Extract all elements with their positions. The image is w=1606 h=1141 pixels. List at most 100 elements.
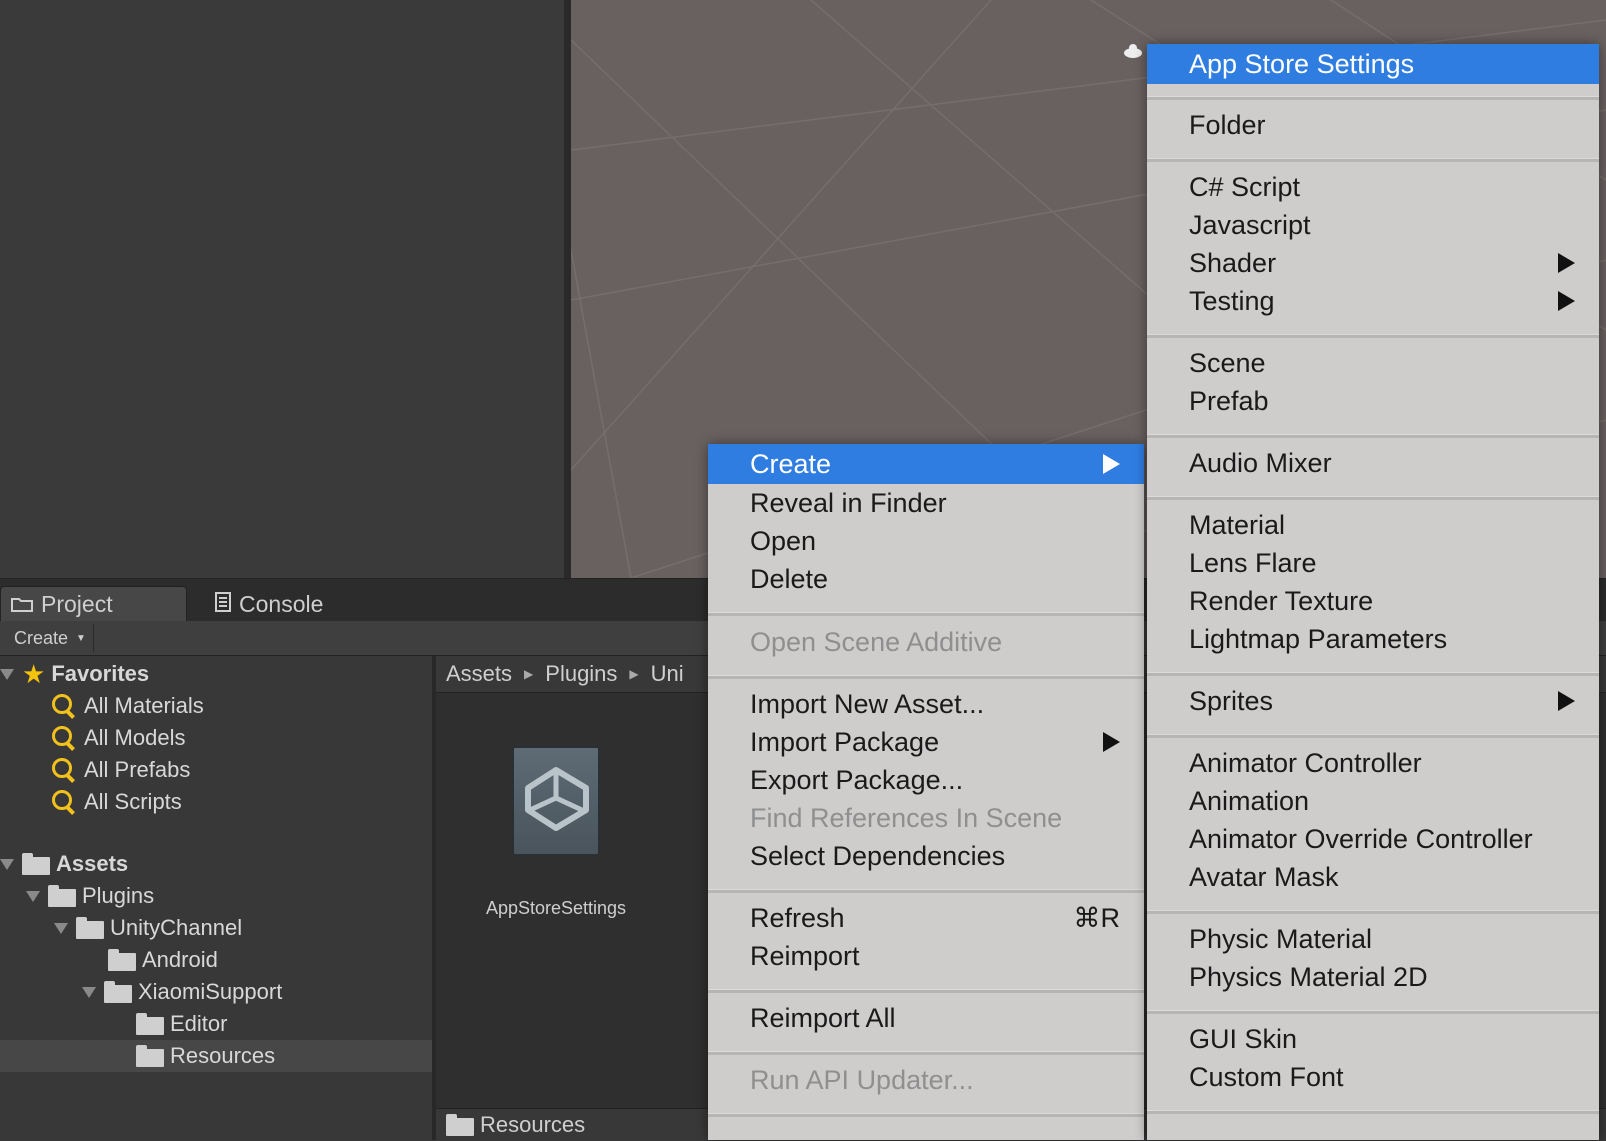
submenu-arrow-icon xyxy=(1558,291,1575,311)
tree-label: All Scripts xyxy=(84,789,182,814)
tree-item-resources[interactable]: Resources xyxy=(0,1040,432,1072)
menu-item-reimport-all[interactable]: Reimport All xyxy=(708,999,1144,1037)
menu-item-material[interactable]: Material xyxy=(1147,506,1599,544)
tab-project[interactable]: Project xyxy=(0,586,187,622)
breadcrumb-item[interactable]: Plugins xyxy=(545,661,617,687)
menu-item-custom-font[interactable]: Custom Font xyxy=(1147,1058,1599,1096)
menu-item-label: Animator Controller xyxy=(1189,747,1422,778)
menu-item-sprites[interactable]: Sprites xyxy=(1147,682,1599,720)
menu-item-import-package[interactable]: Import Package xyxy=(708,723,1144,761)
menu-item-render-texture[interactable]: Render Texture xyxy=(1147,582,1599,620)
tree-item-editor[interactable]: Editor xyxy=(136,1008,227,1040)
tree-item-unitychannel[interactable]: UnityChannel xyxy=(54,912,242,944)
menu-separator xyxy=(708,1113,1144,1117)
folder-icon xyxy=(446,1114,474,1136)
search-icon xyxy=(52,694,76,718)
menu-item-app-store-settings[interactable]: App Store Settings xyxy=(1147,44,1599,84)
tree-label: Favorites xyxy=(51,661,150,686)
tree-item-xiaomisupport[interactable]: XiaomiSupport xyxy=(82,976,282,1008)
submenu-arrow-icon xyxy=(1558,253,1575,273)
menu-item-label: Import Package xyxy=(750,726,940,757)
folder-icon xyxy=(136,1045,164,1067)
tree-item-all-prefabs[interactable]: All Prefabs xyxy=(52,754,190,786)
menu-item-label: Import New Asset... xyxy=(750,688,985,719)
expand-triangle-icon[interactable] xyxy=(0,858,14,870)
dropdown-arrow-icon: ▼ xyxy=(76,632,86,644)
menu-item-physic-material[interactable]: Physic Material xyxy=(1147,920,1599,958)
menu-item-reimport[interactable]: Reimport xyxy=(708,937,1144,975)
menu-item-avatar-mask[interactable]: Avatar Mask xyxy=(1147,858,1599,896)
menu-item-create[interactable]: Create xyxy=(708,444,1144,484)
menu-item-gui-skin[interactable]: GUI Skin xyxy=(1147,1020,1599,1058)
menu-item-label: Reimport All xyxy=(750,1002,896,1033)
context-menu: Create Reveal in Finder Open Delete Open… xyxy=(708,444,1144,1140)
tree-item-all-materials[interactable]: All Materials xyxy=(52,690,204,722)
menu-item-shader[interactable]: Shader xyxy=(1147,244,1599,282)
path-label: Resources xyxy=(480,1112,586,1137)
tree-item-plugins[interactable]: Plugins xyxy=(26,880,154,912)
menu-item-folder[interactable]: Folder xyxy=(1147,106,1599,144)
menu-item-animator-controller[interactable]: Animator Controller xyxy=(1147,744,1599,782)
menu-separator xyxy=(1147,96,1599,100)
gizmo-icon xyxy=(1124,44,1142,58)
menu-item-prefab[interactable]: Prefab xyxy=(1147,382,1599,420)
menu-item-import-new-asset[interactable]: Import New Asset... xyxy=(708,685,1144,723)
expand-triangle-icon[interactable] xyxy=(54,922,68,934)
menu-item-label: Javascript xyxy=(1189,209,1311,240)
tree-item-favorites[interactable]: ★ Favorites xyxy=(0,658,149,690)
panel-divider[interactable] xyxy=(564,0,571,578)
menu-separator xyxy=(708,889,1144,893)
unity-logo-icon xyxy=(525,767,589,831)
menu-item-reveal-in-finder[interactable]: Reveal in Finder xyxy=(708,484,1144,522)
menu-item-animator-override-controller[interactable]: Animator Override Controller xyxy=(1147,820,1599,858)
asset-name[interactable]: AppStoreSettings xyxy=(466,898,646,919)
menu-item-physics-material-2d[interactable]: Physics Material 2D xyxy=(1147,958,1599,996)
tree-label: All Materials xyxy=(84,693,204,718)
folder-icon xyxy=(76,917,104,939)
menu-item-open-scene-additive: Open Scene Additive xyxy=(708,623,1144,661)
menu-item-label: Scene xyxy=(1189,347,1266,378)
breadcrumb-separator-icon: ▶ xyxy=(629,667,639,681)
menu-separator xyxy=(1147,1010,1599,1014)
menu-item-animation[interactable]: Animation xyxy=(1147,782,1599,820)
menu-item-export-package[interactable]: Export Package... xyxy=(708,761,1144,799)
menu-item-testing[interactable]: Testing xyxy=(1147,282,1599,320)
tab-console[interactable]: Console xyxy=(205,587,365,622)
menu-item-label: Open Scene Additive xyxy=(750,626,1003,657)
star-icon: ★ xyxy=(22,659,46,689)
menu-item-audio-mixer[interactable]: Audio Mixer xyxy=(1147,444,1599,482)
breadcrumb-item[interactable]: Uni xyxy=(651,661,684,687)
tree-label: Plugins xyxy=(82,883,155,908)
search-icon xyxy=(52,758,76,782)
create-dropdown-button[interactable]: Create ▼ xyxy=(4,624,94,652)
menu-item-label: Folder xyxy=(1189,109,1266,140)
menu-item-label: Shader xyxy=(1189,247,1277,278)
menu-item-delete[interactable]: Delete xyxy=(708,560,1144,598)
hierarchy-panel[interactable] xyxy=(0,0,564,578)
tree-item-assets[interactable]: Assets xyxy=(0,848,128,880)
expand-triangle-icon[interactable] xyxy=(26,890,40,902)
expand-triangle-icon[interactable] xyxy=(0,668,14,680)
breadcrumb-item[interactable]: Assets xyxy=(446,661,512,687)
menu-item-label: Material xyxy=(1189,509,1286,540)
tree-item-android[interactable]: Android xyxy=(108,944,218,976)
menu-item-scene[interactable]: Scene xyxy=(1147,344,1599,382)
menu-item-javascript[interactable]: Javascript xyxy=(1147,206,1599,244)
menu-item-lightmap-parameters[interactable]: Lightmap Parameters xyxy=(1147,620,1599,658)
tree-item-all-models[interactable]: All Models xyxy=(52,722,185,754)
tree-item-all-scripts[interactable]: All Scripts xyxy=(52,786,182,818)
expand-triangle-icon[interactable] xyxy=(82,986,96,998)
menu-item-refresh[interactable]: Refresh ⌘R xyxy=(708,899,1144,937)
menu-item-csharp-script[interactable]: C# Script xyxy=(1147,168,1599,206)
menu-item-open[interactable]: Open xyxy=(708,522,1144,560)
submenu-arrow-icon xyxy=(1103,732,1120,752)
submenu-arrow-icon xyxy=(1558,691,1575,711)
menu-separator xyxy=(708,675,1144,679)
menu-item-select-dependencies[interactable]: Select Dependencies xyxy=(708,837,1144,875)
folder-icon xyxy=(11,591,33,618)
menu-item-lens-flare[interactable]: Lens Flare xyxy=(1147,544,1599,582)
menu-item-label: Delete xyxy=(750,563,829,594)
menu-item-label: Animation xyxy=(1189,785,1310,816)
asset-thumbnail[interactable] xyxy=(512,746,600,856)
tree-label: All Models xyxy=(84,725,186,750)
